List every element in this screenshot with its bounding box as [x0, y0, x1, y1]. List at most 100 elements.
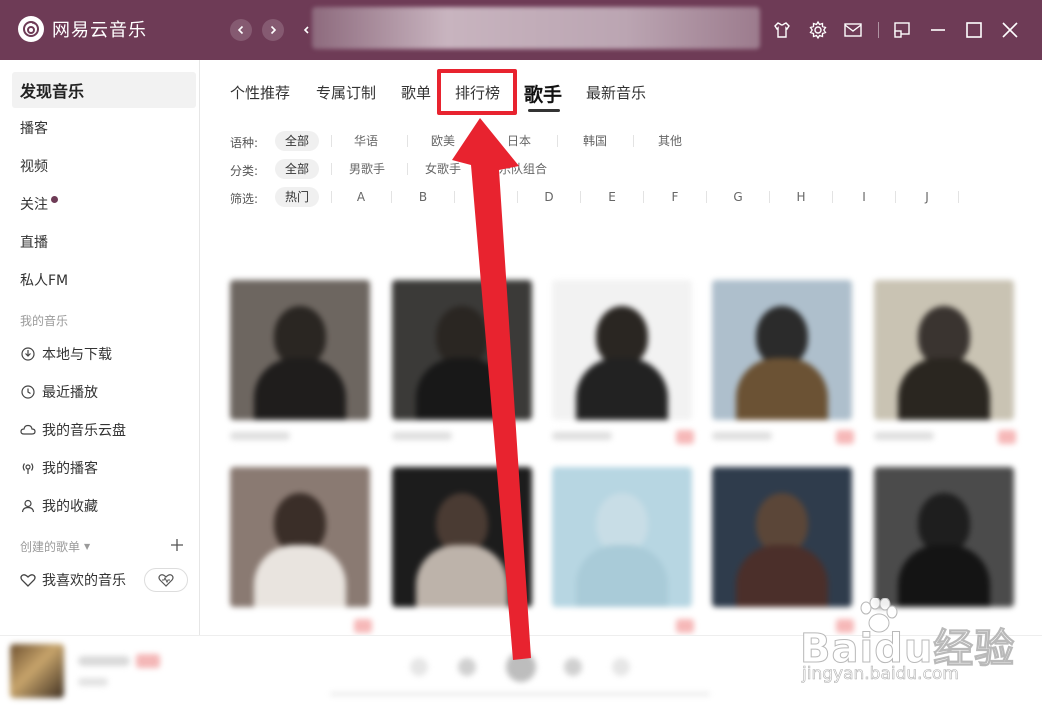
play-mode-button[interactable]: [410, 658, 428, 676]
artist-caption: [552, 432, 612, 440]
sidebar-item-label: 我的音乐云盘: [42, 423, 126, 439]
messages-button[interactable]: [843, 20, 863, 40]
artist-card[interactable]: [552, 467, 692, 607]
filter-divider: [633, 135, 634, 147]
sidebar-item-follow[interactable]: 关注: [12, 186, 196, 222]
titlebar-divider: [878, 22, 879, 38]
created-playlists-header[interactable]: 创建的歌单 ▼: [20, 538, 90, 555]
sidebar-item-podcast[interactable]: 播客: [12, 110, 196, 146]
filter-chip-f[interactable]: F: [665, 187, 685, 207]
prev-button[interactable]: [458, 658, 476, 676]
sidebar-item-live[interactable]: 直播: [12, 224, 196, 260]
filter-chip-i[interactable]: I: [854, 187, 874, 207]
song-title-placeholder: [78, 656, 130, 666]
app-logo[interactable]: 网易云音乐: [18, 16, 147, 42]
filter-chip-d[interactable]: D: [539, 187, 559, 207]
play-button[interactable]: [506, 652, 536, 682]
close-button[interactable]: [1000, 20, 1020, 40]
maximize-button[interactable]: [964, 20, 984, 40]
sidebar-item-label: 视频: [20, 159, 48, 175]
sidebar-item-label: 本地与下载: [42, 347, 112, 363]
sidebar-item-favorite[interactable]: 我喜欢的音乐: [12, 562, 142, 598]
close-icon: [1002, 22, 1018, 38]
filter-chip-chinese[interactable]: 华语: [344, 131, 388, 151]
filter-chip-category-all[interactable]: 全部: [275, 159, 319, 179]
filter-chip-other[interactable]: 其他: [648, 131, 692, 151]
tab-custom[interactable]: 专属订制: [316, 82, 376, 104]
artist-card[interactable]: [230, 280, 370, 420]
artist-card[interactable]: [552, 280, 692, 420]
next-button[interactable]: [564, 658, 582, 676]
filter-chip-h[interactable]: H: [791, 187, 811, 207]
filter-language-label: 语种:: [230, 136, 259, 150]
mail-icon: [844, 23, 862, 37]
artist-card[interactable]: [874, 467, 1014, 607]
filter-chip-j[interactable]: J: [917, 187, 937, 207]
filter-divider: [331, 191, 332, 203]
filter-chip-female[interactable]: 女歌手: [418, 159, 468, 179]
filter-divider: [331, 163, 332, 175]
filter-chip-hot[interactable]: 热门: [275, 187, 319, 207]
filter-divider: [391, 191, 392, 203]
artist-card[interactable]: [392, 280, 532, 420]
filter-chip-western[interactable]: 欧美: [421, 131, 465, 151]
active-tab-indicator: [528, 109, 560, 112]
add-playlist-button[interactable]: [170, 538, 184, 556]
maximize-icon: [966, 22, 982, 38]
forward-icon: [270, 25, 277, 35]
sidebar-item-video[interactable]: 视频: [12, 148, 196, 184]
filter-divider: [407, 135, 408, 147]
forward-button[interactable]: [262, 19, 284, 41]
chevron-left-icon: [303, 26, 309, 34]
artist-card[interactable]: [230, 467, 370, 607]
filter-chip-language-all[interactable]: 全部: [275, 131, 319, 151]
filter-chip-korean[interactable]: 韩国: [573, 131, 617, 151]
filter-chip-g[interactable]: G: [728, 187, 748, 207]
filter-chip-e[interactable]: E: [602, 187, 622, 207]
sidebar-item-recent[interactable]: 最近播放: [12, 374, 196, 410]
skin-button[interactable]: [772, 20, 792, 40]
sidebar-item-collection[interactable]: 我的收藏: [12, 488, 196, 524]
album-art[interactable]: [10, 644, 64, 698]
search-bar[interactable]: [312, 7, 760, 49]
back-button[interactable]: [230, 19, 252, 41]
lyrics-button[interactable]: [612, 658, 630, 676]
filter-chip-japanese[interactable]: 日本: [497, 131, 541, 151]
filter-divider: [706, 191, 707, 203]
artist-card[interactable]: [392, 467, 532, 607]
sidebar-item-discover[interactable]: 发现音乐: [12, 72, 196, 108]
sidebar-item-local-download[interactable]: 本地与下载: [12, 336, 196, 372]
cloud-icon: [20, 422, 36, 438]
heart-mode-button[interactable]: [144, 568, 188, 592]
settings-button[interactable]: [808, 20, 828, 40]
filter-divider: [557, 135, 558, 147]
filter-category-label: 分类:: [230, 164, 259, 178]
minimize-icon: [931, 29, 945, 31]
clock-icon: [20, 384, 36, 400]
baidu-watermark: Baidu经验 jingyan.baidu.com: [799, 598, 1030, 688]
sidebar-item-cloud[interactable]: 我的音乐云盘: [12, 412, 196, 448]
artist-card[interactable]: [712, 280, 852, 420]
tab-artists[interactable]: 歌手: [524, 80, 562, 106]
minimize-button[interactable]: [928, 20, 948, 40]
filter-divider: [407, 163, 408, 175]
progress-bar[interactable]: [330, 692, 710, 696]
mini-mode-button[interactable]: [892, 20, 912, 40]
artist-badge: [836, 430, 854, 444]
filter-divider: [580, 191, 581, 203]
artist-card[interactable]: [874, 280, 1014, 420]
podcast-icon: [20, 460, 36, 476]
tab-recommend[interactable]: 个性推荐: [230, 82, 290, 104]
artist-card[interactable]: [712, 467, 852, 607]
app-window: 网易云音乐 发现音乐 播客 视频 关注 直播 私人FM 我的音乐 本地与下载 最…: [0, 0, 1042, 709]
person-icon: [20, 498, 36, 514]
tab-new-music[interactable]: 最新音乐: [586, 82, 646, 104]
filter-chip-a[interactable]: A: [351, 187, 371, 207]
artist-caption: [392, 432, 452, 440]
filter-chip-b[interactable]: B: [413, 187, 433, 207]
filter-chip-male[interactable]: 男歌手: [342, 159, 392, 179]
tab-playlists[interactable]: 歌单: [401, 82, 431, 104]
sidebar-item-my-podcast[interactable]: 我的播客: [12, 450, 196, 486]
filter-chip-band[interactable]: 乐队组合: [491, 159, 555, 179]
sidebar-item-fm[interactable]: 私人FM: [12, 262, 196, 298]
